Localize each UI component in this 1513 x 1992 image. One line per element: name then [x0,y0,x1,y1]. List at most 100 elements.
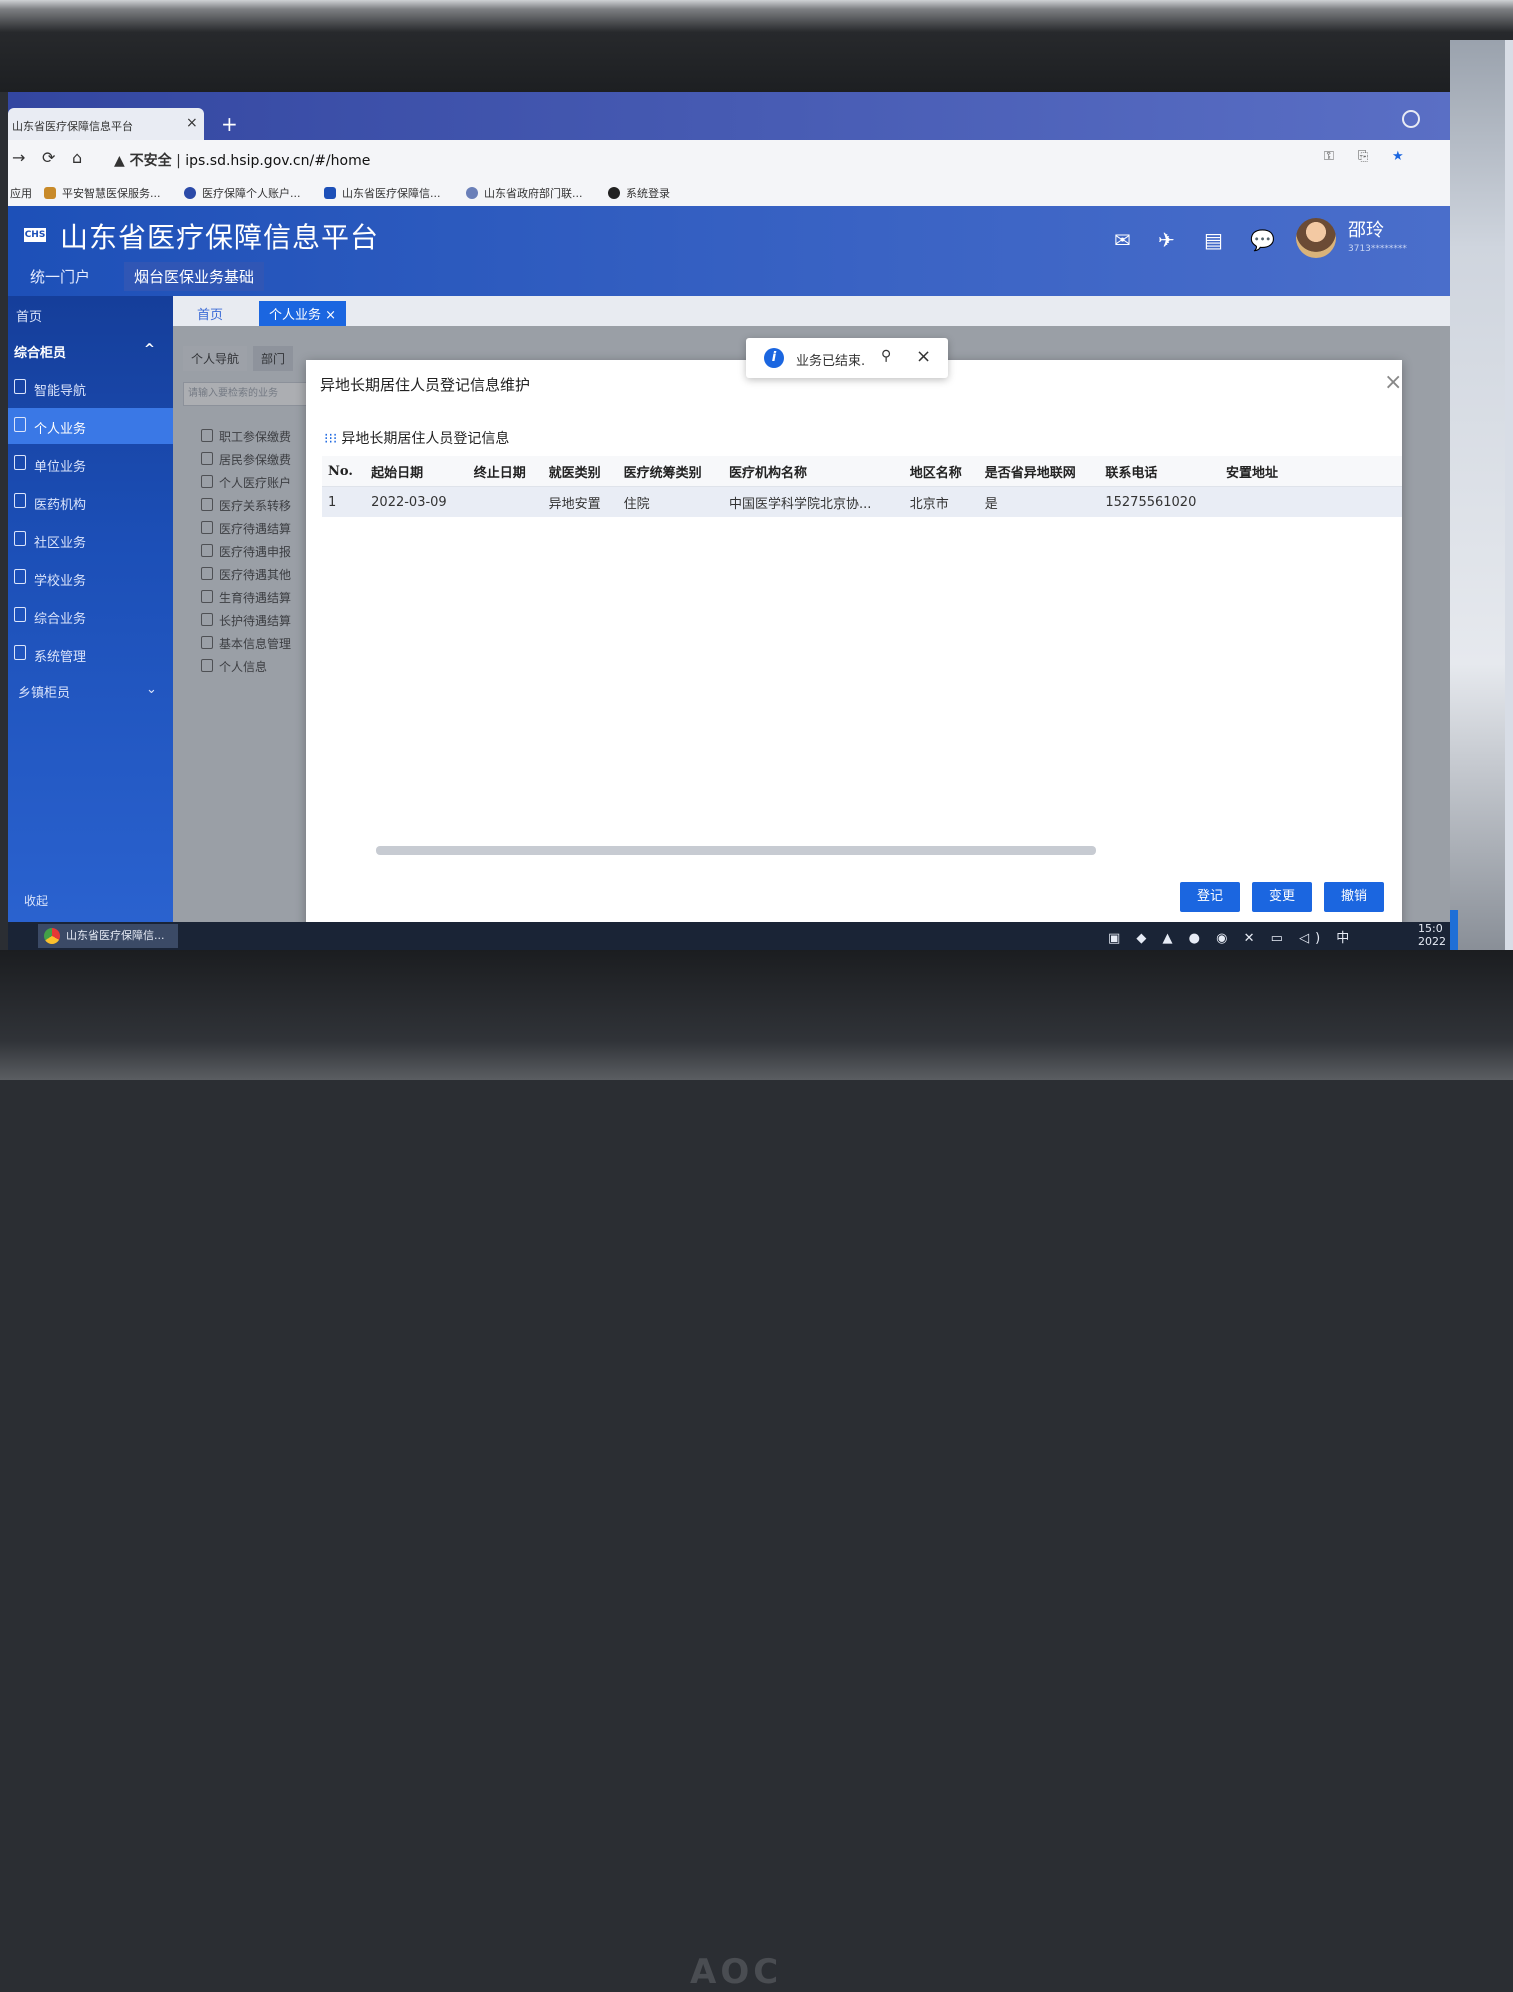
bookmark-item[interactable]: 山东省医疗保障信... [324,185,441,201]
table-cell: 中国医学科学院北京协... [722,486,904,517]
bookmark-item[interactable]: 医疗保障个人账户... [184,185,301,201]
table-cell: 2022-03-09 [365,486,468,517]
column-header[interactable]: 联系电话 [1099,456,1220,487]
url-field[interactable]: ▲ 不安全 | ips.sd.hsip.gov.cn/#/home [114,150,370,170]
table-cell [467,486,543,517]
registration-dialog: 异地长期居住人员登记信息维护 × ⁝⁝⁝ 异地长期居住人员登记信息 No. 起始日… [306,360,1402,940]
chevron-up-icon: ^ [144,342,155,357]
sidebar-item-unit[interactable]: 单位业务 [8,446,173,482]
ime-indicator[interactable]: 中 [1336,931,1355,946]
star-icon[interactable]: ★ [1392,149,1404,164]
browser-tab-title: 山东省医疗保障信息平台 [12,120,133,133]
tab-close-icon[interactable]: × [186,115,198,131]
browser-tabbar: 山东省医疗保障信息平台 × + [8,92,1450,140]
register-button[interactable]: 登记 [1180,882,1240,912]
taskbar-browser-app[interactable]: 山东省医疗保障信... [38,924,178,948]
taskbar: 山东省医疗保障信... ▣ ◆ ▲ ● ◉ ✕ ▭ ◁) 中 15:0 2022 [8,922,1450,950]
revoke-button[interactable]: 撤销 [1324,882,1384,912]
nav-yantai[interactable]: 烟台医保业务基础 [124,262,265,291]
column-header[interactable]: 就医类别 [542,456,618,487]
column-header[interactable]: 终止日期 [467,456,543,487]
send-icon[interactable]: ✈ [1158,228,1175,252]
chevron-down-icon: ⌄ [146,682,157,697]
toast-message: 业务已结束. [796,354,866,369]
document-icon [14,645,26,660]
breadcrumb: 首页 个人业务 × [173,296,1450,326]
sidebar-item-home[interactable]: 首页 [8,296,173,332]
crumb-home[interactable]: 首页 [187,301,233,326]
sidebar-group-counter[interactable]: 综合柜员 ^ [8,332,173,368]
translate-icon[interactable]: ⎘ [1358,149,1368,164]
system-tray: ▣ ◆ ▲ ● ◉ ✕ ▭ ◁) 中 [1108,931,1356,946]
table-cell [1220,486,1402,517]
toast-close-icon[interactable]: × [916,346,931,367]
profile-icon[interactable] [1402,110,1420,128]
column-header[interactable]: 医疗机构名称 [722,456,904,487]
collapse-button[interactable]: 收起 [8,892,189,909]
home-icon[interactable]: ⌂ [72,148,82,167]
sidebar-item-general[interactable]: 综合业务 [8,598,173,634]
mail-icon[interactable]: ✉ [1114,228,1131,252]
horizontal-scrollbar[interactable] [376,846,1096,855]
sidebar-item-personal[interactable]: 个人业务 [8,408,173,444]
bookmarks-bar: 应用 平安智慧医保服务... 医疗保障个人账户... 山东省医疗保障信... 山… [8,176,1450,207]
column-header[interactable]: 安置地址 [1220,456,1402,487]
column-header[interactable]: 起始日期 [365,456,468,487]
forward-icon[interactable]: → [12,148,25,167]
notification-toast: i 业务已结束. ⚲ × [746,338,948,378]
app-title: 山东省医疗保障信息平台 [60,221,380,254]
table-cell: 北京市 [903,486,979,517]
bookmark-item[interactable]: 系统登录 [608,185,670,201]
document-icon [14,455,26,470]
column-header[interactable]: 医疗统筹类别 [617,456,723,487]
avatar[interactable] [1296,218,1336,258]
browser-tab[interactable]: 山东省医疗保障信息平台 × [8,108,204,140]
new-tab-button[interactable]: + [221,112,238,136]
change-button[interactable]: 变更 [1252,882,1312,912]
sidebar-item-school[interactable]: 学校业务 [8,560,173,596]
info-icon: i [764,348,784,368]
adjacent-screen [1450,40,1513,1080]
url-text: ips.sd.hsip.gov.cn/#/home [185,153,371,169]
column-header[interactable]: 地区名称 [903,456,979,487]
sidebar-item-smart-nav[interactable]: 智能导航 [8,370,173,406]
screen: 山东省医疗保障信息平台 × + → ⟳ ⌂ ▲ 不安全 | ips.sd.hsi… [8,92,1450,950]
crumb-personal-business[interactable]: 个人业务 × [259,301,347,326]
address-bar: → ⟳ ⌂ ▲ 不安全 | ips.sd.hsip.gov.cn/#/home … [8,140,1450,176]
bookmark-item[interactable]: 山东省政府部门联... [466,185,583,201]
sidebar-group-township[interactable]: 乡镇柜员 ⌄ [8,672,173,708]
document-icon [14,379,26,394]
document-icon [14,493,26,508]
pin-icon[interactable]: ⚲ [881,348,891,364]
sidebar-item-medical-inst[interactable]: 医药机构 [8,484,173,520]
column-header[interactable]: 是否省异地联网 [978,456,1100,487]
sidebar-item-system[interactable]: 系统管理 [8,636,173,672]
security-warning[interactable]: ▲ 不安全 [114,153,172,169]
monitor-bezel-bottom: AOC [0,950,1513,1992]
document-icon[interactable]: ▤ [1204,228,1223,252]
monitor-brand-logo: AOC [690,1952,783,1992]
sidebar: 首页 综合柜员 ^ 智能导航 个人业务 单位业务 医药机构 社区业务 学校业务 综… [8,296,173,922]
chat-icon[interactable]: 💬 [1250,228,1275,252]
monitor-bezel-top [0,0,1513,92]
registration-table: No. 起始日期 终止日期 就医类别 医疗统筹类别 医疗机构名称 地区名称 是否… [322,456,1402,517]
app-header: CHS 山东省医疗保障信息平台 统一门户 烟台医保业务基础 ✉ ✈ ▤ 💬 邵玲… [8,206,1450,296]
nav-portal[interactable]: 统一门户 [30,266,90,287]
reload-icon[interactable]: ⟳ [42,148,55,167]
key-icon[interactable]: ⚿ [1324,149,1334,164]
section-title: ⁝⁝⁝ 异地长期居住人员登记信息 [324,431,510,447]
table-row[interactable]: 1 2022-03-09 异地安置 住院 中国医学科学院北京协... 北京市 是… [322,486,1402,517]
table-header-row: No. 起始日期 终止日期 就医类别 医疗统筹类别 医疗机构名称 地区名称 是否… [322,456,1402,487]
document-icon [14,607,26,622]
sidebar-item-community[interactable]: 社区业务 [8,522,173,558]
bookmark-item[interactable]: 平安智慧医保服务... [44,185,161,201]
table-cell: 住院 [617,486,723,517]
logo-icon: CHS [24,228,46,242]
bookmark-apps[interactable]: 应用 [10,185,32,201]
dialog-close-icon[interactable]: × [1384,370,1402,395]
column-header[interactable]: No. [322,456,366,487]
user-name[interactable]: 邵玲 [1348,216,1384,242]
table-cell: 异地安置 [542,486,618,517]
document-icon [14,569,26,584]
clock: 15:0 2022 [1418,922,1446,948]
